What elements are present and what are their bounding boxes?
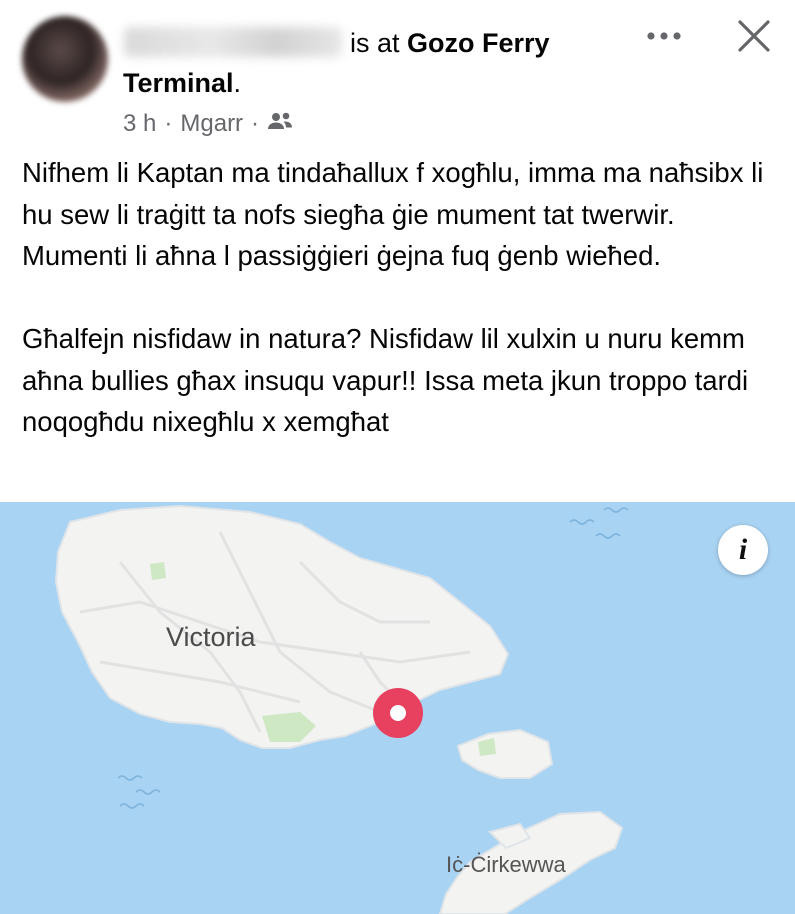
map-label-cirkewwa: Iċ-Ċirkewwa — [446, 852, 566, 877]
post-paragraph: Nifhem li Kaptan ma tindaħallux f xogħlu… — [22, 157, 764, 271]
at-text: is at — [350, 28, 400, 58]
place-name-link-cont[interactable]: Terminal — [123, 68, 234, 98]
meta-separator: · — [164, 110, 173, 137]
friends-icon — [267, 110, 293, 138]
close-icon[interactable] — [734, 16, 774, 56]
meta-separator: · — [251, 110, 260, 137]
post-meta: 3 h · Mgarr · — [123, 110, 293, 138]
map-view[interactable]: Victoria Iċ-Ċirkewwa — [0, 502, 795, 914]
post-time[interactable]: 3 h — [123, 110, 156, 138]
map-label-victoria: Victoria — [166, 622, 256, 652]
checkin-line: is at Gozo Ferry — [350, 24, 550, 62]
post-location[interactable]: Mgarr — [180, 110, 243, 138]
avatar[interactable] — [22, 16, 108, 102]
post-text: Nifhem li Kaptan ma tindaħallux f xogħlu… — [22, 152, 782, 443]
post-paragraph: Għalfejn nisfidaw in natura? Nisfidaw li… — [22, 323, 749, 437]
more-icon[interactable] — [642, 24, 686, 48]
place-name-link[interactable]: Gozo Ferry — [407, 28, 550, 58]
checkin-line-2: Terminal. — [123, 68, 242, 98]
author-name-redacted[interactable] — [124, 27, 342, 57]
post-header: is at Gozo Ferry Terminal. 3 h · Mgarr · — [0, 0, 795, 150]
location-pin-icon[interactable] — [373, 688, 423, 738]
info-icon[interactable]: i — [718, 525, 768, 575]
